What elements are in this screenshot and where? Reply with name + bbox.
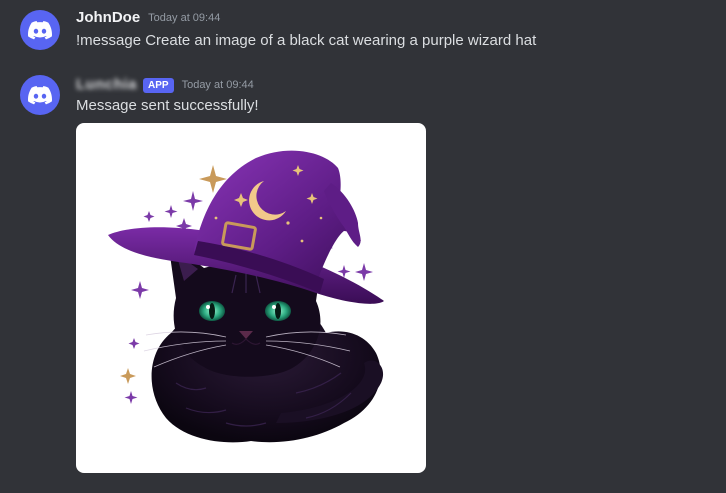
message-timestamp: Today at 09:44 [181,79,254,91]
bot-username[interactable]: Lunchia [76,75,137,95]
message-timestamp: Today at 09:44 [148,12,221,24]
app-badge: APP [143,77,174,93]
username[interactable]: JohnDoe [76,8,140,28]
chat-message: JohnDoe Today at 09:44 !message Create a… [0,0,726,60]
image-attachment[interactable] [76,123,426,473]
bot-avatar[interactable] [20,75,60,115]
discord-logo-icon [28,85,52,104]
message-header: Lunchia APP Today at 09:44 [76,75,254,95]
user-avatar[interactable] [20,10,60,50]
discord-logo-icon [28,20,52,39]
chat-message-list: JohnDoe Today at 09:44 !message Create a… [0,0,726,493]
message-header: JohnDoe Today at 09:44 [76,8,220,28]
black-cat-wizard-hat-image [108,150,384,443]
message-content: Message sent successfully! [76,97,259,114]
message-content: !message Create an image of a black cat … [76,32,537,49]
